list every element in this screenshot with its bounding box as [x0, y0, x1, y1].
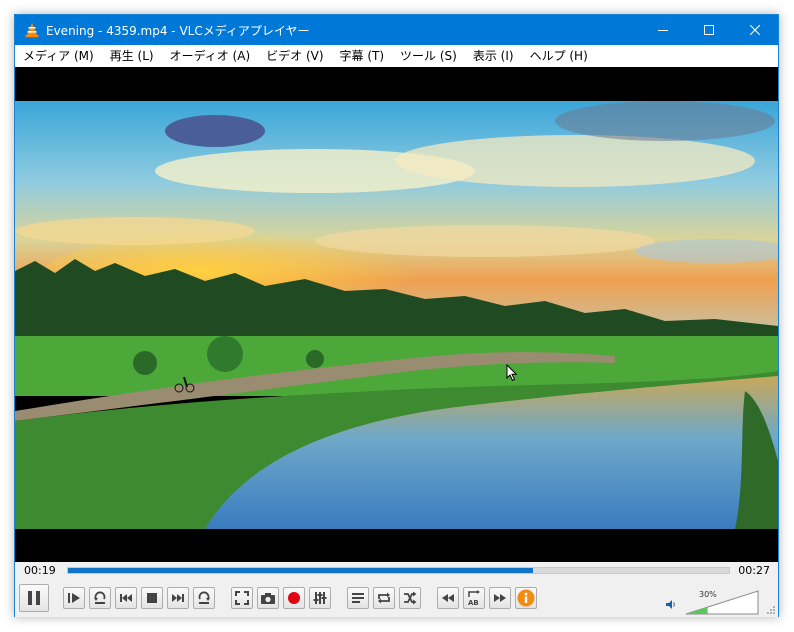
- camera-icon: [261, 593, 275, 604]
- minimize-button[interactable]: [640, 15, 686, 45]
- video-area[interactable]: [15, 67, 778, 562]
- frame-step-icon: [68, 593, 80, 603]
- skip-forward-icon: [198, 591, 210, 604]
- ab-loop-button[interactable]: AB: [463, 587, 485, 609]
- video-frame: [15, 101, 778, 529]
- vlc-cone-icon: [25, 23, 39, 38]
- elapsed-time: 00:19: [24, 564, 56, 577]
- menu-subtitle[interactable]: 字幕 (T): [332, 45, 393, 67]
- menu-audio[interactable]: オーディオ (A): [162, 45, 259, 67]
- maximize-icon: [704, 25, 714, 35]
- loop-icon: [378, 592, 390, 604]
- stop-button[interactable]: [141, 587, 163, 609]
- info-button[interactable]: [515, 587, 537, 609]
- loop-button[interactable]: [373, 587, 395, 609]
- window-title: Evening - 4359.mp4 - VLCメディアプレイヤー: [46, 23, 310, 38]
- snapshot-button[interactable]: [257, 587, 279, 609]
- stop-icon: [147, 593, 157, 603]
- menu-video[interactable]: ビデオ (V): [258, 45, 331, 67]
- info-icon: [517, 589, 535, 607]
- menu-media[interactable]: メディア (M): [15, 45, 102, 67]
- menu-bar: メディア (M) 再生 (L) オーディオ (A) ビデオ (V) 字幕 (T)…: [15, 45, 778, 67]
- fullscreen-button[interactable]: [231, 587, 253, 609]
- menu-help[interactable]: ヘルプ (H): [522, 45, 596, 67]
- resize-grip-icon[interactable]: [766, 605, 776, 615]
- next-icon: [172, 594, 184, 602]
- previous-button[interactable]: [89, 587, 111, 609]
- pause-icon: [28, 591, 40, 605]
- pause-button[interactable]: [19, 584, 49, 612]
- menu-playback[interactable]: 再生 (L): [102, 45, 162, 67]
- seek-bar[interactable]: [67, 567, 730, 574]
- frame-step-button[interactable]: [63, 587, 85, 609]
- minimize-icon: [658, 30, 668, 31]
- total-time[interactable]: 00:27: [738, 564, 770, 578]
- skip-forward-button[interactable]: [193, 587, 215, 609]
- fullscreen-icon: [235, 591, 249, 605]
- vlc-window: Evening - 4359.mp4 - VLCメディアプレイヤー メディア (…: [14, 14, 779, 617]
- seek-row: 00:19 00:27: [15, 562, 778, 580]
- shuffle-button[interactable]: [399, 587, 421, 609]
- slower-button[interactable]: [437, 587, 459, 609]
- faster-button[interactable]: [489, 587, 511, 609]
- previous-icon: [94, 591, 106, 604]
- title-bar[interactable]: Evening - 4359.mp4 - VLCメディアプレイヤー: [15, 15, 778, 45]
- close-icon: [750, 25, 760, 35]
- speaker-icon[interactable]: [665, 599, 677, 610]
- shuffle-icon: [404, 591, 417, 605]
- next-button[interactable]: [167, 587, 189, 609]
- rewind-icon: [442, 594, 454, 602]
- volume-triangle: [685, 590, 759, 615]
- close-button[interactable]: [732, 15, 778, 45]
- ab-loop-icon: AB: [468, 590, 480, 606]
- playlist-button[interactable]: [347, 587, 369, 609]
- skip-back-button[interactable]: [115, 587, 137, 609]
- seek-bar-progress: [68, 568, 534, 573]
- equalizer-button[interactable]: [309, 587, 331, 609]
- menu-view[interactable]: 表示 (I): [465, 45, 522, 67]
- svg-text:AB: AB: [468, 599, 479, 606]
- volume-slider[interactable]: 30%: [685, 590, 759, 615]
- maximize-button[interactable]: [686, 15, 732, 45]
- mouse-cursor-icon: [506, 364, 518, 382]
- skip-back-icon: [120, 594, 132, 602]
- equalizer-icon: [313, 592, 327, 604]
- menu-tools[interactable]: ツール (S): [392, 45, 465, 67]
- fast-forward-icon: [494, 594, 506, 602]
- control-bar: AB 30%: [15, 580, 778, 617]
- record-icon: [288, 592, 300, 604]
- playlist-icon: [352, 593, 364, 603]
- record-button[interactable]: [283, 587, 305, 609]
